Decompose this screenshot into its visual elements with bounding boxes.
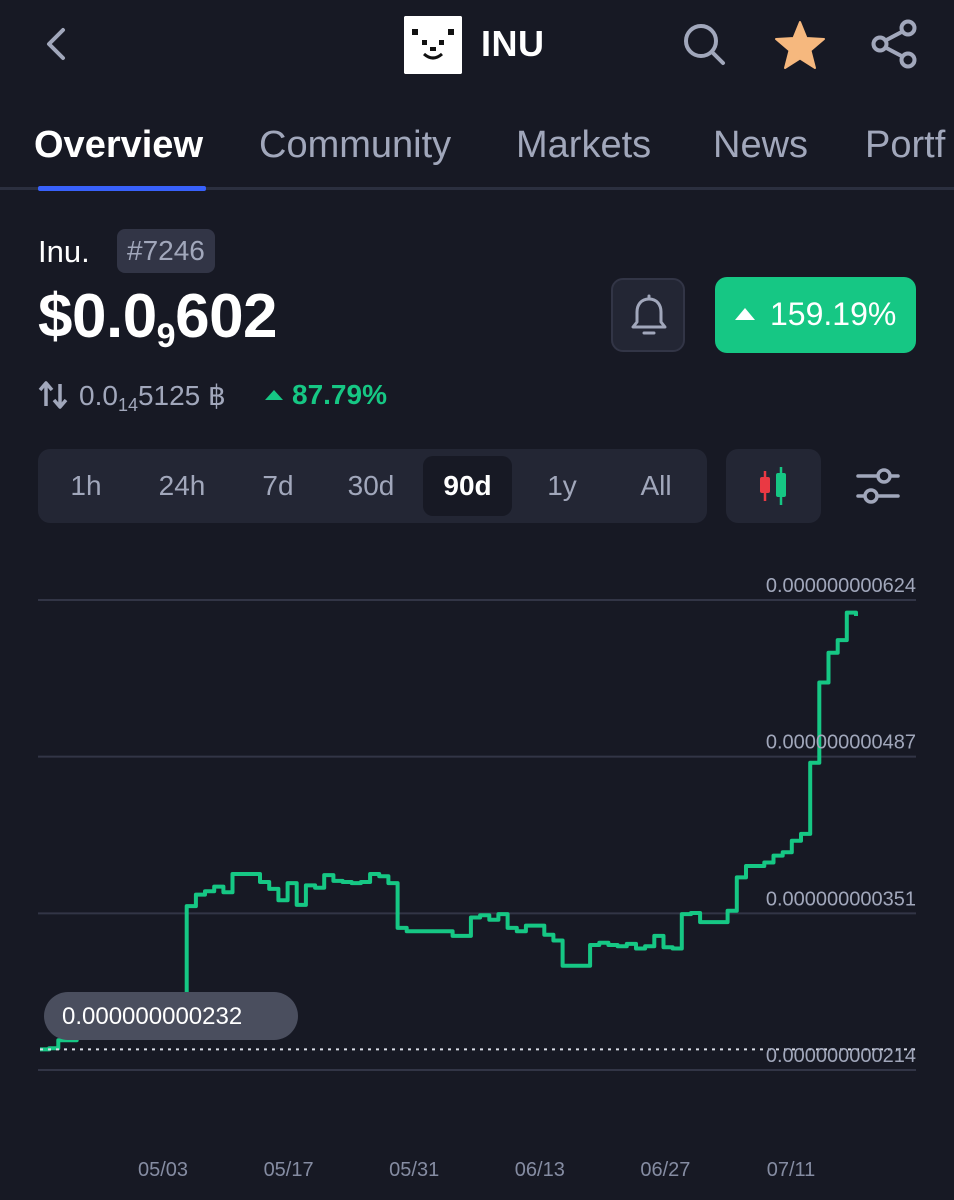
- start-price-value: 0.000000000232: [62, 1003, 243, 1030]
- y-tick-label: 0.000000000351: [766, 888, 916, 910]
- triangle-up-icon: [265, 390, 283, 400]
- price-change-value: 159.19%: [770, 296, 897, 332]
- bell-icon: [631, 294, 667, 335]
- swap-arrows-icon[interactable]: [38, 380, 68, 410]
- range-option-90d[interactable]: 90d: [423, 456, 512, 516]
- x-tick-label: 05/31: [389, 1159, 439, 1181]
- range-option-1y[interactable]: 1y: [534, 456, 590, 516]
- tab-markets[interactable]: Markets: [516, 124, 651, 167]
- tab-portfolio[interactable]: Portf: [865, 124, 945, 167]
- range-option-30d[interactable]: 30d: [335, 456, 407, 516]
- range-option-24h[interactable]: 24h: [146, 456, 218, 516]
- y-tick-label: 0.000000000214: [766, 1045, 916, 1067]
- search-icon[interactable]: [680, 20, 728, 68]
- back-icon[interactable]: [36, 22, 76, 66]
- price-prefix: $0.0: [38, 282, 157, 351]
- btc-price-digits: 5125: [137, 380, 201, 411]
- price-alert-button[interactable]: [611, 278, 685, 352]
- tab-community[interactable]: Community: [259, 124, 451, 167]
- star-icon[interactable]: [772, 18, 828, 74]
- btc-symbol: ฿: [208, 380, 226, 411]
- y-tick-label: 0.000000000487: [766, 732, 916, 754]
- price-chart[interactable]: CoinMarketCap 0.0000000006240.0000000004…: [0, 560, 954, 1200]
- price-digits: 602: [175, 282, 278, 351]
- x-tick-label: 05/17: [264, 1159, 314, 1181]
- btc-price-change: 87.79%: [292, 379, 387, 410]
- x-tick-label: 07/11: [767, 1159, 816, 1181]
- candlestick-icon: [760, 467, 786, 505]
- btc-price-prefix: 0.0: [79, 380, 118, 411]
- y-tick-label: 0.000000000624: [766, 575, 916, 597]
- chart-settings-icon[interactable]: [854, 462, 902, 510]
- price-zero-count: 9: [156, 317, 176, 355]
- triangle-up-icon: [735, 308, 755, 320]
- app-title: INU: [481, 23, 545, 64]
- btc-zero-count: 14: [117, 395, 138, 415]
- inu-logo: [404, 16, 462, 74]
- range-option-1h[interactable]: 1h: [58, 456, 114, 516]
- range-selector: 1h 24h 7d 30d 90d 1y All: [38, 449, 707, 523]
- range-option-7d[interactable]: 7d: [248, 456, 308, 516]
- price-change-badge[interactable]: 159.19%: [715, 277, 916, 353]
- range-option-all[interactable]: All: [626, 456, 686, 516]
- share-icon[interactable]: [868, 18, 920, 70]
- coin-name: Inu.: [38, 234, 90, 269]
- price-line: [40, 610, 858, 1052]
- tab-bar: Overview Community Markets News Portf: [0, 118, 954, 190]
- coin-price: $0.09602: [38, 282, 278, 371]
- x-tick-label: 06/27: [640, 1159, 690, 1181]
- btc-price: 0.0145125 ฿: [79, 379, 226, 416]
- tab-overview[interactable]: Overview: [34, 124, 203, 167]
- rank-badge: #7246: [117, 229, 215, 273]
- x-tick-label: 06/13: [515, 1159, 565, 1181]
- x-tick-label: 05/03: [138, 1159, 188, 1181]
- tab-news[interactable]: News: [713, 124, 808, 167]
- tab-active-indicator: [38, 186, 206, 191]
- start-price-tooltip: 0.000000000232: [44, 992, 298, 1040]
- candlestick-toggle-button[interactable]: [726, 449, 821, 523]
